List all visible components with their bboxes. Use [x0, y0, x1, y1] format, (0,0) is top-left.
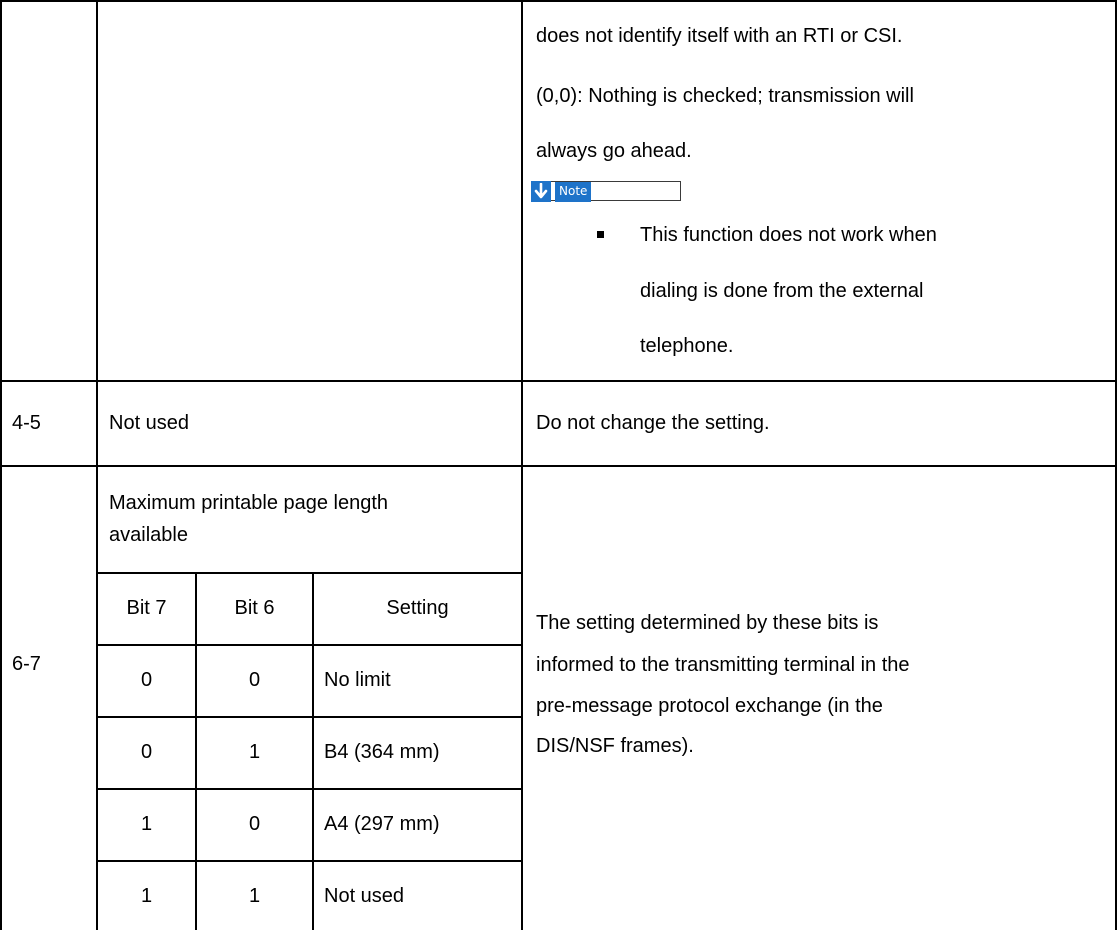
row-bit-label: 4-5	[12, 412, 41, 434]
note-label: Note	[555, 182, 592, 202]
subtable-cell: 1	[248, 885, 261, 907]
subtable-cell: B4 (364 mm)	[324, 741, 440, 763]
subtable-header-bit6: Bit 6	[234, 597, 275, 619]
subtable-row-line-2	[96, 716, 523, 718]
subtable-cell: 1	[248, 741, 261, 763]
note-line: This function does not work when	[640, 224, 937, 246]
row-divider-2	[0, 465, 1117, 467]
desc-line: does not identify itself with an RTI or …	[536, 25, 903, 47]
note-heading: Note	[531, 181, 681, 202]
table-border-top	[0, 0, 1117, 2]
subtable-cell: 0	[140, 669, 153, 691]
row-function: Maximum printable page length	[109, 492, 389, 514]
subtable-header-bit7: Bit 7	[126, 597, 167, 619]
down-arrow-icon	[531, 181, 551, 202]
desc-line: always go ahead.	[536, 140, 692, 162]
subtable-cell: No limit	[324, 669, 391, 691]
subtable-row-line-3	[96, 788, 523, 790]
row-description: pre-message protocol exchange (in the	[536, 695, 883, 717]
row-description: informed to the transmitting terminal in…	[536, 654, 910, 676]
subtable-cell: 0	[248, 813, 261, 835]
row-description: DIS/NSF frames).	[536, 735, 694, 757]
note-line: dialing is done from the external	[640, 280, 924, 302]
note-line: telephone.	[640, 335, 734, 357]
subtable-row-line-1	[96, 644, 523, 646]
subtable-cell: 0	[140, 741, 153, 763]
row-divider-1	[0, 380, 1117, 382]
subtable-divider-2	[312, 572, 314, 930]
row-bit-label: 6-7	[12, 653, 41, 675]
subtable-cell: Not used	[324, 885, 405, 907]
bullet-icon	[597, 231, 604, 238]
row-function: Not used	[109, 412, 190, 434]
subtable-cell: A4 (297 mm)	[324, 813, 440, 835]
row-description: The setting determined by these bits is	[536, 612, 879, 634]
row-function: available	[109, 524, 188, 546]
subtable-row-line-4	[96, 860, 523, 862]
row-description: Do not change the setting.	[536, 412, 770, 434]
subtable-header-setting: Setting	[386, 597, 449, 619]
subtable-header-top	[96, 572, 523, 574]
subtable-cell: 1	[140, 813, 153, 835]
desc-line: (0,0): Nothing is checked; transmission …	[536, 85, 914, 107]
subtable-cell: 1	[140, 885, 153, 907]
manual-page: does not identify itself with an RTI or …	[0, 0, 1117, 930]
subtable-cell: 0	[248, 669, 261, 691]
